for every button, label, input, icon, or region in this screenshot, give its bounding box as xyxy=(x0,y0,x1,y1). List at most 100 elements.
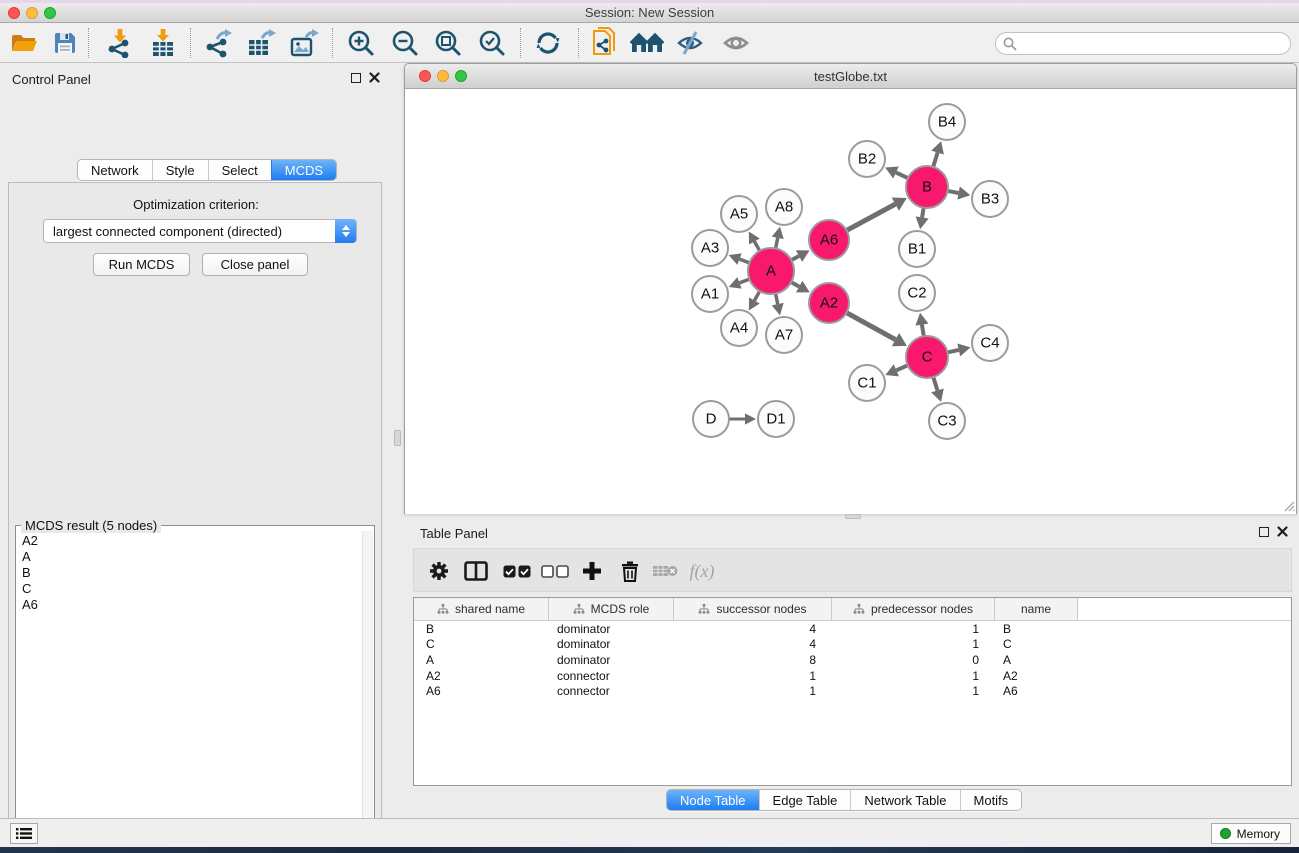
edge-C-C2[interactable] xyxy=(922,325,924,337)
search-input[interactable] xyxy=(1021,37,1290,51)
export-image-button[interactable] xyxy=(287,28,321,58)
tab-network[interactable]: Network xyxy=(78,160,152,180)
network-zoom-button[interactable] xyxy=(455,70,467,82)
export-network-button[interactable] xyxy=(201,28,235,58)
open-session-button[interactable] xyxy=(7,28,41,58)
tab-select[interactable]: Select xyxy=(208,160,271,180)
vertical-splitter-handle[interactable] xyxy=(394,430,401,446)
node-D[interactable]: D xyxy=(693,401,729,437)
column-header-mcds_role[interactable]: MCDS role xyxy=(549,598,674,620)
node-B1[interactable]: B1 xyxy=(899,231,935,267)
tab-style[interactable]: Style xyxy=(152,160,208,180)
result-scrollbar[interactable] xyxy=(362,531,373,851)
tab-mcds[interactable]: MCDS xyxy=(271,160,336,180)
zoom-window-button[interactable] xyxy=(44,7,56,19)
edge-B-B3[interactable] xyxy=(948,191,959,193)
horizontal-splitter-handle[interactable] xyxy=(845,514,861,519)
hide-details-button[interactable] xyxy=(673,28,707,58)
close-window-button[interactable] xyxy=(8,7,20,19)
save-session-button[interactable] xyxy=(48,28,82,58)
delete-columns-button[interactable] xyxy=(613,549,647,593)
apply-layout-button[interactable] xyxy=(531,28,565,58)
table-row[interactable]: A6connector11A6 xyxy=(414,683,1291,699)
node-A6[interactable]: A6 xyxy=(809,220,849,260)
column-header-predecessor[interactable]: predecessor nodes xyxy=(832,598,995,620)
node-C4[interactable]: C4 xyxy=(972,325,1008,361)
edge-C-C4[interactable] xyxy=(947,350,958,353)
edge-A-A4[interactable] xyxy=(754,291,759,300)
node-A1[interactable]: A1 xyxy=(692,276,728,312)
tab-motifs[interactable]: Motifs xyxy=(960,790,1022,810)
tab-node-table[interactable]: Node Table xyxy=(667,790,759,810)
import-network-button[interactable] xyxy=(103,28,137,58)
deselect-all-button[interactable] xyxy=(538,549,572,593)
node-A2[interactable]: A2 xyxy=(809,283,849,323)
task-history-button[interactable] xyxy=(10,823,38,844)
node-B[interactable]: B xyxy=(906,166,948,208)
table-row[interactable]: Cdominator41C xyxy=(414,637,1291,653)
edge-A-A6[interactable] xyxy=(791,256,799,260)
close-panel-button[interactable]: Close panel xyxy=(202,253,308,276)
edge-A6-B[interactable] xyxy=(847,204,896,230)
minimize-window-button[interactable] xyxy=(26,7,38,19)
memory-button[interactable]: Memory xyxy=(1211,823,1291,844)
edge-A-A8[interactable] xyxy=(776,238,778,249)
network-graph[interactable]: AA1A2A3A4A5A6A7A8BB1B2B3B4CC1C2C3C4DD1 xyxy=(405,90,1296,514)
edge-B-B1[interactable] xyxy=(922,208,924,218)
close-table-panel-icon[interactable] xyxy=(1277,526,1288,537)
column-settings-button[interactable] xyxy=(422,549,456,593)
node-A7[interactable]: A7 xyxy=(766,317,802,353)
node-C[interactable]: C xyxy=(906,336,948,378)
node-A3[interactable]: A3 xyxy=(692,230,728,266)
zoom-out-button[interactable] xyxy=(388,28,422,58)
function-builder-button[interactable]: f(x) xyxy=(680,549,724,593)
show-details-button[interactable] xyxy=(719,28,753,58)
float-table-panel-icon[interactable] xyxy=(1259,527,1269,537)
network-close-button[interactable] xyxy=(419,70,431,82)
add-column-button[interactable] xyxy=(575,549,609,593)
split-view-button[interactable] xyxy=(459,549,493,593)
zoom-fit-button[interactable] xyxy=(431,28,465,58)
tab-network-table[interactable]: Network Table xyxy=(850,790,959,810)
edge-A-A7[interactable] xyxy=(776,294,778,305)
column-header-shared_name[interactable]: shared name xyxy=(414,598,549,620)
zoom-selected-button[interactable] xyxy=(475,28,509,58)
column-header-successor[interactable]: successor nodes xyxy=(674,598,832,620)
node-B2[interactable]: B2 xyxy=(849,141,885,177)
select-all-button[interactable] xyxy=(500,549,534,593)
edge-C-C3[interactable] xyxy=(933,377,937,390)
node-C2[interactable]: C2 xyxy=(899,275,935,311)
node-B3[interactable]: B3 xyxy=(972,181,1008,217)
tab-edge-table[interactable]: Edge Table xyxy=(759,790,851,810)
node-C1[interactable]: C1 xyxy=(849,365,885,401)
node-D1[interactable]: D1 xyxy=(758,401,794,437)
edge-B-B2[interactable] xyxy=(896,173,908,179)
network-minimize-button[interactable] xyxy=(437,70,449,82)
column-header-name[interactable]: name xyxy=(995,598,1078,620)
node-A[interactable]: A xyxy=(748,248,794,294)
edge-A-A2[interactable] xyxy=(791,282,799,286)
node-C3[interactable]: C3 xyxy=(929,403,965,439)
export-table-button[interactable] xyxy=(244,28,278,58)
float-panel-icon[interactable] xyxy=(351,73,361,83)
node-A4[interactable]: A4 xyxy=(721,310,757,346)
first-neighbors-button[interactable] xyxy=(630,28,664,58)
resize-grip-icon[interactable] xyxy=(1281,498,1295,512)
edge-C-C1[interactable] xyxy=(896,365,907,370)
table-row[interactable]: A2connector11A2 xyxy=(414,668,1291,684)
criterion-select[interactable]: largest connected component (directed) xyxy=(43,219,357,243)
zoom-in-button[interactable] xyxy=(344,28,378,58)
node-A8[interactable]: A8 xyxy=(766,189,802,225)
close-panel-icon[interactable] xyxy=(369,72,380,83)
new-network-from-selection-button[interactable] xyxy=(588,28,622,58)
table-row[interactable]: Adominator80A xyxy=(414,652,1291,668)
network-window-titlebar[interactable]: testGlobe.txt xyxy=(405,64,1296,89)
table-row[interactable]: Bdominator41B xyxy=(414,621,1291,637)
toolbar-search-field[interactable] xyxy=(995,32,1291,55)
delete-table-button[interactable] xyxy=(648,549,682,593)
run-mcds-button[interactable]: Run MCDS xyxy=(93,253,190,276)
edge-A-A1[interactable] xyxy=(739,279,749,283)
edge-A2-C[interactable] xyxy=(847,313,896,340)
edge-A-A3[interactable] xyxy=(739,259,749,263)
edge-A-A5[interactable] xyxy=(754,241,759,250)
